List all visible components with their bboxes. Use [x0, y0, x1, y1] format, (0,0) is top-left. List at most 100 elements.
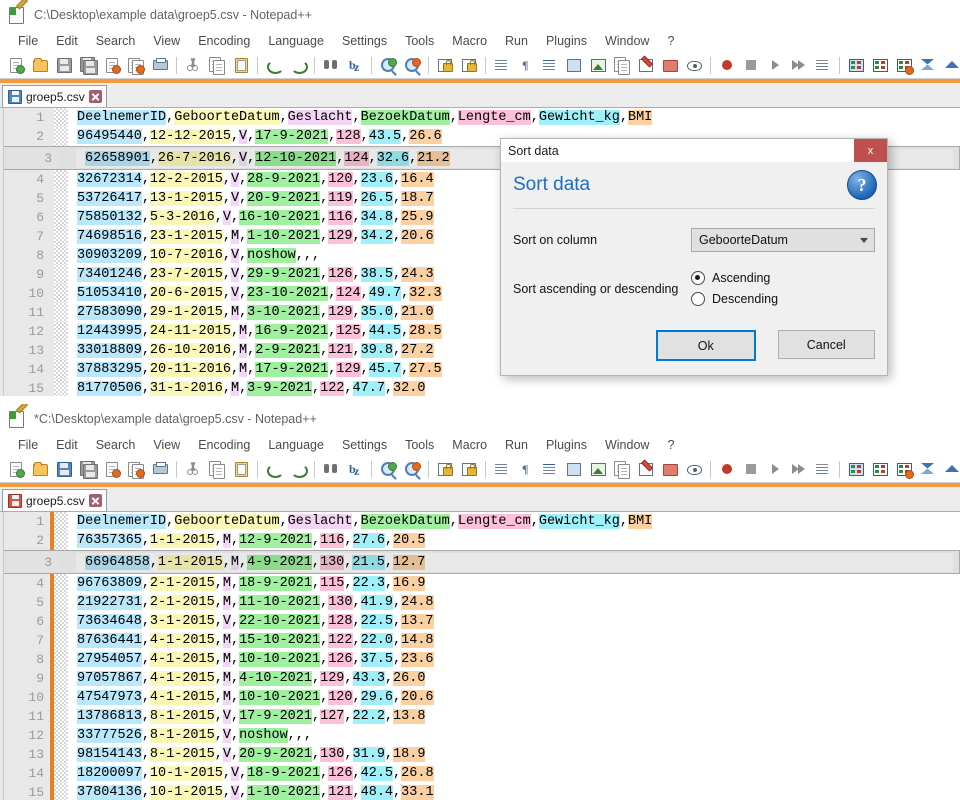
fold-margin[interactable]	[54, 227, 68, 246]
fold-margin[interactable]	[54, 512, 68, 531]
fold-margin[interactable]	[54, 360, 68, 379]
cut-icon[interactable]	[182, 458, 204, 480]
menu-run[interactable]: Run	[496, 32, 537, 50]
code-line[interactable]: 1398154143,8-1-2015,V,20-9-2021,130,31.9…	[0, 745, 960, 764]
cut-icon[interactable]	[182, 54, 204, 76]
close-all-files-icon[interactable]	[125, 54, 147, 76]
zoom-in-icon[interactable]	[377, 458, 399, 480]
menu-tools[interactable]: Tools	[396, 32, 443, 50]
zoom-out-icon[interactable]	[401, 458, 423, 480]
open-csv-lint-icon[interactable]	[845, 458, 867, 480]
indent-guide-icon[interactable]	[539, 54, 561, 76]
save-all-icon[interactable]	[77, 458, 99, 480]
sort-data-dialog[interactable]: Sort data x Sort data ? Sort on column G…	[500, 138, 888, 376]
sync-vertical-scroll-icon[interactable]	[434, 458, 456, 480]
new-file-icon[interactable]	[5, 54, 27, 76]
tab-groep5-csv[interactable]: groep5.csv	[2, 489, 107, 511]
menu-macro[interactable]: Macro	[443, 436, 496, 454]
radio-ascending[interactable]: Ascending	[691, 271, 778, 285]
code-line[interactable]: 1537804136,10-1-2015,V,1-10-2021,121,48.…	[0, 783, 960, 800]
code-line[interactable]: 366964858,1-1-2015,M,4-9-2021,130,21.5,1…	[0, 550, 960, 574]
csv-validate-icon[interactable]	[869, 458, 891, 480]
menu-view[interactable]: View	[144, 436, 189, 454]
fold-margin[interactable]	[54, 574, 68, 593]
csv-remove-icon[interactable]	[893, 458, 915, 480]
radio-descending[interactable]: Descending	[691, 292, 778, 306]
sort-on-column-select[interactable]: GeboorteDatum	[691, 228, 875, 252]
menu-window[interactable]: Window	[596, 436, 658, 454]
word-wrap-icon[interactable]	[491, 54, 513, 76]
sort-ascending-icon[interactable]	[941, 458, 960, 480]
dialog-close-icon[interactable]: x	[854, 139, 887, 162]
csv-sort-icon[interactable]	[917, 458, 939, 480]
stop-macro-icon[interactable]	[740, 54, 762, 76]
print-icon[interactable]	[149, 54, 171, 76]
fold-margin[interactable]	[54, 379, 68, 396]
fold-margin[interactable]	[54, 265, 68, 284]
paste-icon[interactable]	[230, 54, 252, 76]
play-macro-icon[interactable]	[764, 54, 786, 76]
folder-as-workspace-icon[interactable]	[659, 54, 681, 76]
record-macro-icon[interactable]	[716, 458, 738, 480]
menu-language[interactable]: Language	[259, 436, 333, 454]
fold-margin[interactable]	[54, 593, 68, 612]
replace-icon[interactable]: bz	[344, 54, 366, 76]
fold-margin[interactable]	[54, 669, 68, 688]
fold-margin[interactable]	[54, 341, 68, 360]
user-defined-language-icon[interactable]	[563, 458, 585, 480]
code-line[interactable]: 673634648,3-1-2015,V,22-10-2021,128,22.5…	[0, 612, 960, 631]
code-line[interactable]: 521922731,2-1-2015,M,11-10-2021,130,41.9…	[0, 593, 960, 612]
play-macro-icon[interactable]	[764, 458, 786, 480]
ok-button[interactable]: Ok	[656, 330, 756, 361]
close-file-icon[interactable]	[101, 458, 123, 480]
save-macro-icon[interactable]	[812, 54, 834, 76]
menu-tools[interactable]: Tools	[396, 436, 443, 454]
menu-plugins[interactable]: Plugins	[537, 32, 596, 50]
find-icon[interactable]	[320, 458, 342, 480]
save-icon[interactable]	[53, 54, 75, 76]
indent-guide-icon[interactable]	[539, 458, 561, 480]
help-icon[interactable]: ?	[847, 170, 877, 200]
save-all-icon[interactable]	[77, 54, 99, 76]
fold-margin[interactable]	[54, 688, 68, 707]
close-file-icon[interactable]	[101, 54, 123, 76]
menu-encoding[interactable]: Encoding	[189, 32, 259, 50]
find-icon[interactable]	[320, 54, 342, 76]
function-list-icon[interactable]	[611, 458, 633, 480]
window2-editor[interactable]: 1DeelnemerID,GeboorteDatum,Geslacht,Bezo…	[0, 512, 960, 800]
code-line[interactable]: 1DeelnemerID,GeboorteDatum,Geslacht,Bezo…	[0, 108, 960, 127]
document-map-icon[interactable]	[587, 458, 609, 480]
run-macro-multiple-icon[interactable]	[788, 458, 810, 480]
save-macro-icon[interactable]	[812, 458, 834, 480]
menu-help[interactable]: ?	[658, 32, 683, 50]
zoom-in-icon[interactable]	[377, 54, 399, 76]
fold-margin[interactable]	[54, 108, 68, 127]
folder-as-workspace-icon[interactable]	[659, 458, 681, 480]
fold-margin[interactable]	[54, 707, 68, 726]
fold-margin[interactable]	[54, 322, 68, 341]
open-csv-lint-icon[interactable]	[845, 54, 867, 76]
sync-horizontal-scroll-icon[interactable]	[458, 54, 480, 76]
code-line[interactable]: 496763809,2-1-2015,M,18-9-2021,115,22.3,…	[0, 574, 960, 593]
document-list-icon[interactable]	[635, 54, 657, 76]
code-line[interactable]: 1113786813,8-1-2015,V,17-9-2021,127,22.2…	[0, 707, 960, 726]
menu-run[interactable]: Run	[496, 436, 537, 454]
open-file-icon[interactable]	[29, 54, 51, 76]
code-line[interactable]: 827954057,4-1-2015,M,10-10-2021,126,37.5…	[0, 650, 960, 669]
menu-settings[interactable]: Settings	[333, 32, 396, 50]
paste-icon[interactable]	[230, 458, 252, 480]
new-file-icon[interactable]	[5, 458, 27, 480]
fold-margin[interactable]	[54, 531, 68, 550]
fold-margin[interactable]	[54, 612, 68, 631]
zoom-out-icon[interactable]	[401, 54, 423, 76]
sync-horizontal-scroll-icon[interactable]	[458, 458, 480, 480]
tab-groep5-csv[interactable]: groep5.csv	[2, 85, 107, 107]
menu-language[interactable]: Language	[259, 32, 333, 50]
csv-sort-icon[interactable]	[917, 54, 939, 76]
fold-margin[interactable]	[54, 208, 68, 227]
menu-edit[interactable]: Edit	[47, 436, 87, 454]
sync-vertical-scroll-icon[interactable]	[434, 54, 456, 76]
open-file-icon[interactable]	[29, 458, 51, 480]
code-line[interactable]: 1233777526,8-1-2015,V,noshow,,,	[0, 726, 960, 745]
user-defined-language-icon[interactable]	[563, 54, 585, 76]
